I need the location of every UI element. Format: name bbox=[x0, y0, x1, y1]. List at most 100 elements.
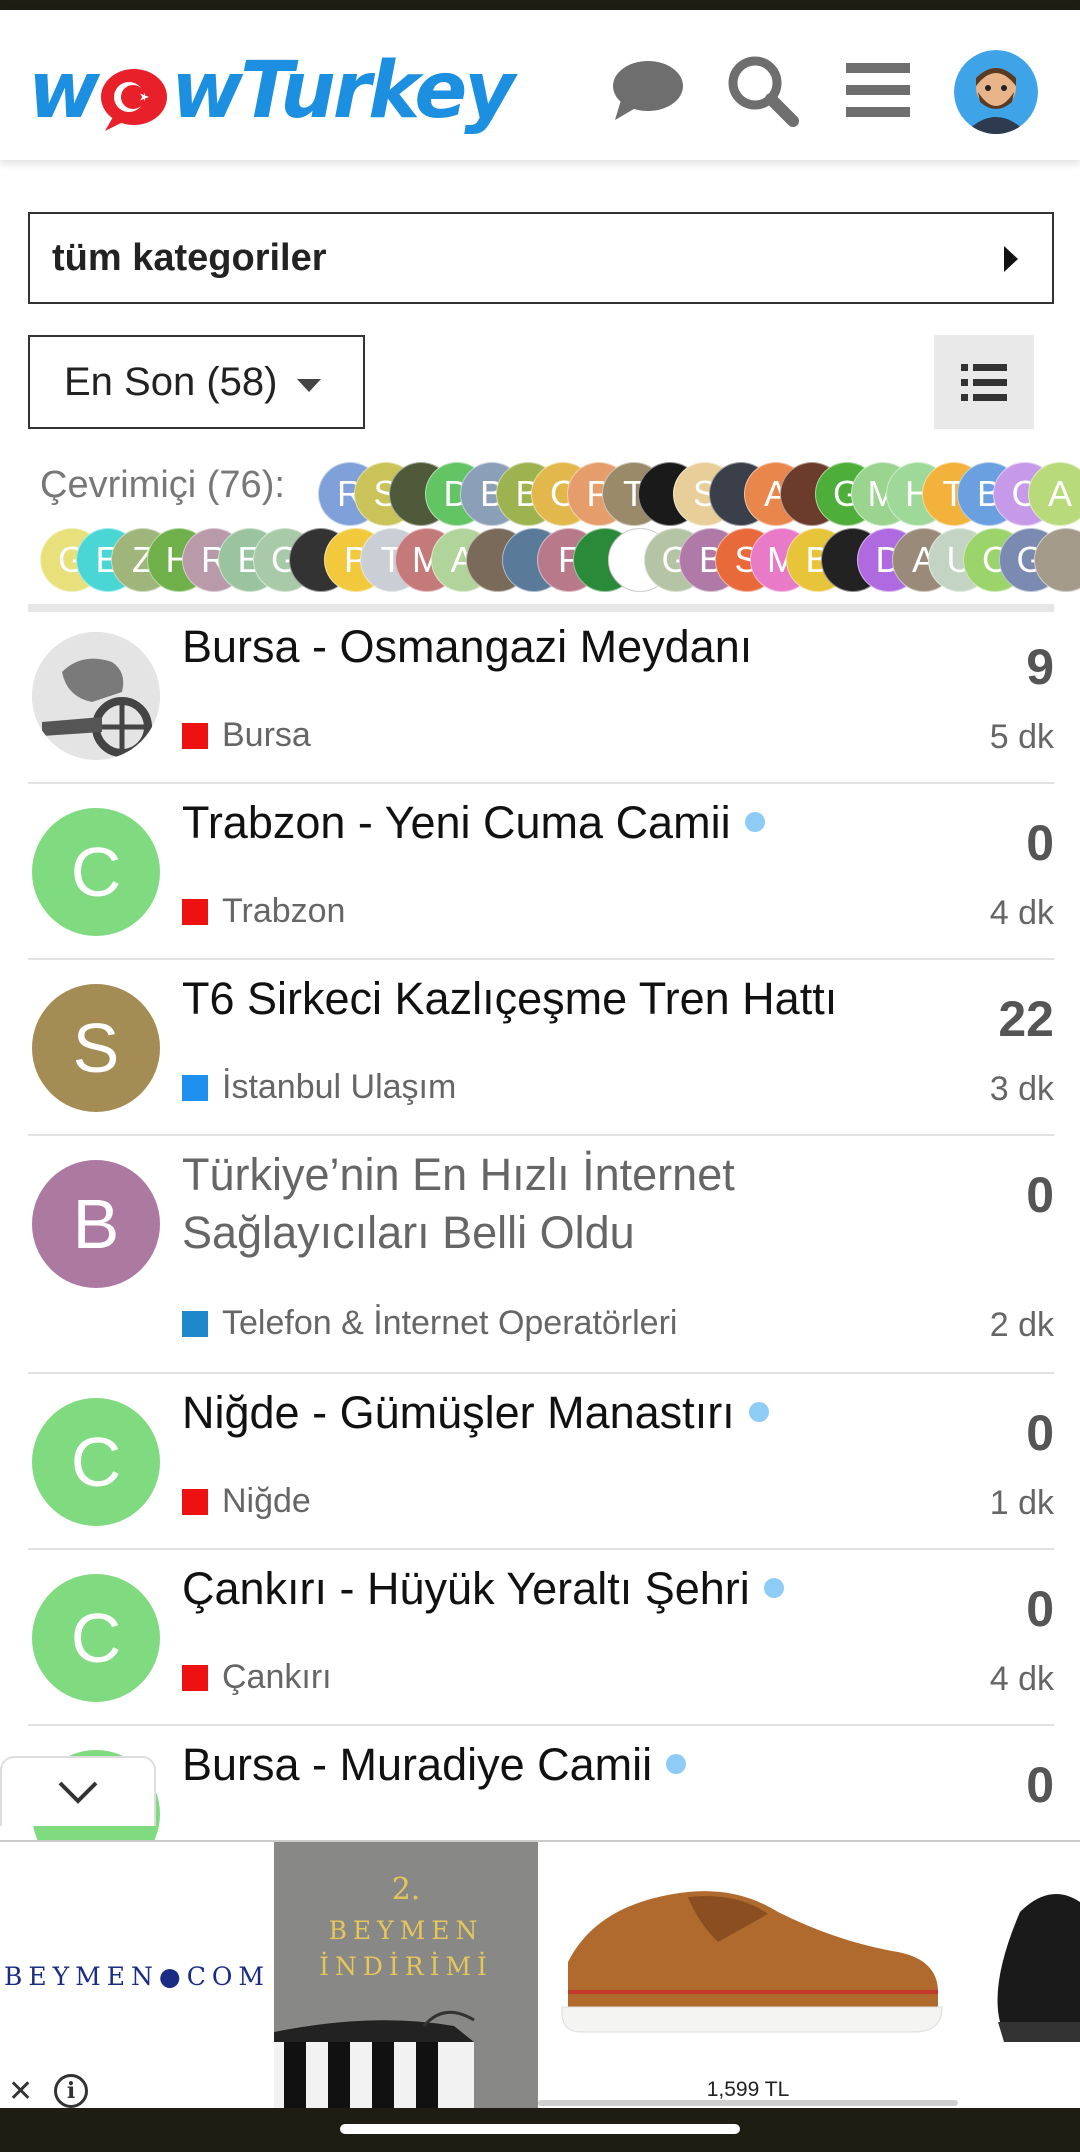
topic-title-link[interactable]: Bursa - Osmangazi Meydanı bbox=[182, 618, 902, 676]
topic-category-link[interactable]: İstanbul Ulaşım bbox=[182, 1068, 456, 1107]
activity-age[interactable]: 5 dk bbox=[990, 718, 1054, 757]
ad-promo-text-2: İNDİRİMİ bbox=[319, 1952, 493, 1981]
online-avatars-row-1: RSDBBCPTSAGMHTBCA bbox=[318, 462, 1080, 526]
caret-right-icon bbox=[1004, 246, 1018, 272]
ad-shoe-image-2[interactable] bbox=[980, 1842, 1080, 2108]
chat-button[interactable] bbox=[608, 50, 688, 130]
topic-title-text: Çankırı - Hüyük Yeraltı Şehri bbox=[182, 1563, 750, 1614]
status-bar bbox=[0, 0, 1080, 10]
topic-row[interactable]: Bursa - Osmangazi Meydanı Bursa 9 5 dk bbox=[28, 608, 1054, 784]
list-icon bbox=[961, 364, 1007, 401]
ad-brand-logo[interactable]: BEYMEN●COM bbox=[0, 1842, 274, 2108]
topic-category-link[interactable]: Trabzon bbox=[182, 892, 345, 931]
turkish-flag-icon bbox=[99, 62, 169, 131]
ad-price: 1,599 TL bbox=[706, 2078, 790, 2101]
topic-title-text: Bursa - Muradiye Camii bbox=[182, 1739, 653, 1790]
search-button[interactable] bbox=[722, 50, 802, 130]
activity-age[interactable]: 2 dk bbox=[990, 1306, 1054, 1345]
topic-title-link[interactable]: Trabzon - Yeni Cuma Camii bbox=[182, 794, 902, 852]
topic-title-text: Niğde - Gümüşler Manastırı bbox=[182, 1387, 735, 1438]
reply-count[interactable]: 22 bbox=[998, 990, 1054, 1048]
topic-author-avatar[interactable]: C bbox=[32, 1398, 160, 1526]
topic-category-link[interactable]: Telefon & İnternet Operatörleri bbox=[182, 1304, 677, 1343]
reply-count[interactable]: 0 bbox=[1026, 1166, 1054, 1224]
category-dropdown-label: tüm kategoriler bbox=[52, 236, 327, 279]
search-icon bbox=[728, 56, 799, 127]
topic-title-link[interactable]: Bursa - Muradiye Camii bbox=[182, 1736, 902, 1794]
topic-title-link[interactable]: Niğde - Gümüşler Manastırı bbox=[182, 1384, 902, 1442]
topic-author-avatar[interactable]: C bbox=[32, 1574, 160, 1702]
topic-title-text: Trabzon - Yeni Cuma Camii bbox=[182, 797, 731, 848]
ad-shoe-image[interactable] bbox=[538, 1842, 958, 2108]
home-indicator[interactable] bbox=[340, 2124, 740, 2134]
topic-author-avatar[interactable]: C bbox=[32, 808, 160, 936]
reply-count[interactable]: 0 bbox=[1026, 1756, 1054, 1814]
topic-title-text: T6 Sirkeci Kazlıçeşme Tren Hattı bbox=[182, 973, 838, 1024]
new-topic-dot-icon bbox=[744, 812, 765, 833]
topic-row[interactable]: Bursa - Muradiye Camii 0 bbox=[28, 1726, 1054, 1878]
topic-title-link[interactable]: Çankırı - Hüyük Yeraltı Şehri bbox=[182, 1560, 902, 1618]
online-avatars-row-2: GEZHREGPTMAFGBSMBDAUCG bbox=[40, 528, 1080, 592]
ad-promo-number: 2. bbox=[391, 1872, 421, 1907]
category-color-badge bbox=[182, 1488, 208, 1515]
caret-down-icon bbox=[297, 379, 321, 392]
category-color-badge bbox=[182, 1074, 208, 1101]
category-label: Telefon & İnternet Operatörleri bbox=[222, 1304, 678, 1342]
category-label: Çankırı bbox=[222, 1658, 332, 1696]
topic-category-link[interactable]: Çankırı bbox=[182, 1658, 332, 1697]
ad-bag-image bbox=[274, 2010, 475, 2108]
collapse-ad-button[interactable] bbox=[0, 1756, 156, 1826]
topic-author-avatar[interactable] bbox=[32, 632, 160, 760]
topic-row[interactable]: S T6 Sirkeci Kazlıçeşme Tren Hattı İstanbu… bbox=[28, 960, 1054, 1136]
topic-title-text: Bursa - Osmangazi Meydanı bbox=[182, 621, 753, 672]
category-color-badge bbox=[182, 1664, 208, 1691]
chevron-down-icon bbox=[58, 1781, 98, 1804]
topic-row[interactable]: C Trabzon - Yeni Cuma Camii Trabzon 0 4 dk bbox=[28, 784, 1054, 960]
list-view-toggle[interactable] bbox=[934, 335, 1034, 429]
sort-filter-label: En Son (58) bbox=[64, 359, 278, 404]
new-topic-dot-icon bbox=[763, 1578, 784, 1599]
reply-count[interactable]: 0 bbox=[1026, 814, 1054, 872]
activity-age[interactable]: 4 dk bbox=[990, 1660, 1054, 1699]
category-label: Trabzon bbox=[222, 892, 346, 930]
activity-age[interactable]: 1 dk bbox=[990, 1484, 1054, 1523]
topic-title-link[interactable]: T6 Sirkeci Kazlıçeşme Tren Hattı bbox=[182, 970, 902, 1028]
category-color-badge bbox=[182, 722, 208, 749]
ad-promo-text-1: BEYMEN bbox=[328, 1916, 484, 1945]
topic-category-link[interactable]: Bursa bbox=[182, 716, 311, 755]
advertisement-banner[interactable]: BEYMEN●COM 2. BEYMEN İNDİRİMİ 1,599 TL ✕… bbox=[0, 1840, 1080, 2108]
topic-category-link[interactable]: Niğde bbox=[182, 1482, 311, 1521]
reply-count[interactable]: 0 bbox=[1026, 1404, 1054, 1462]
topic-title-text: Türkiye’nin En Hızlı İnternet Sağlayıcıl… bbox=[182, 1149, 735, 1258]
user-avatar[interactable] bbox=[954, 50, 1038, 134]
topic-author-avatar[interactable]: B bbox=[32, 1160, 160, 1288]
new-topic-dot-icon bbox=[748, 1402, 769, 1423]
online-users-label: Çevrimiçi (76): bbox=[40, 464, 285, 506]
category-label: Niğde bbox=[222, 1482, 311, 1520]
logo-suffix: wTurkey bbox=[171, 46, 515, 136]
sort-filter-dropdown[interactable]: En Son (58) bbox=[28, 335, 365, 429]
logo-prefix: w bbox=[28, 46, 100, 136]
new-topic-dot-icon bbox=[666, 1754, 687, 1775]
topic-title-link[interactable]: Türkiye’nin En Hızlı İnternet Sağlayıcıl… bbox=[182, 1146, 902, 1262]
category-label: Bursa bbox=[222, 716, 311, 754]
category-dropdown[interactable]: tüm kategoriler bbox=[28, 212, 1054, 304]
topic-row[interactable]: C Çankırı - Hüyük Yeraltı Şehri Çankırı 0 4 … bbox=[28, 1550, 1054, 1726]
topic-author-avatar[interactable]: S bbox=[32, 984, 160, 1112]
ad-promo-panel[interactable]: 2. BEYMEN İNDİRİMİ bbox=[274, 1842, 538, 2108]
ad-close-icon[interactable]: ✕ bbox=[8, 2074, 33, 2108]
activity-age[interactable]: 4 dk bbox=[990, 894, 1054, 933]
ad-info-icon[interactable]: i bbox=[54, 2074, 88, 2108]
topic-row[interactable]: C Niğde - Gümüşler Manastırı Niğde 0 1 dk bbox=[28, 1374, 1054, 1550]
hamburger-menu-icon bbox=[846, 63, 910, 117]
site-header: w wTurkey bbox=[0, 10, 1080, 160]
topic-row[interactable]: B Türkiye’nin En Hızlı İnternet Sağlayıcı… bbox=[28, 1136, 1054, 1374]
category-label: İstanbul Ulaşım bbox=[222, 1068, 457, 1106]
reply-count[interactable]: 9 bbox=[1026, 638, 1054, 696]
site-logo[interactable]: w wTurkey bbox=[28, 46, 568, 136]
chat-bubble-icon bbox=[613, 61, 683, 120]
activity-age[interactable]: 3 dk bbox=[990, 1070, 1054, 1109]
reply-count[interactable]: 0 bbox=[1026, 1580, 1054, 1638]
ad-scrollbar[interactable] bbox=[538, 2100, 958, 2106]
hamburger-menu-button[interactable] bbox=[838, 50, 918, 130]
